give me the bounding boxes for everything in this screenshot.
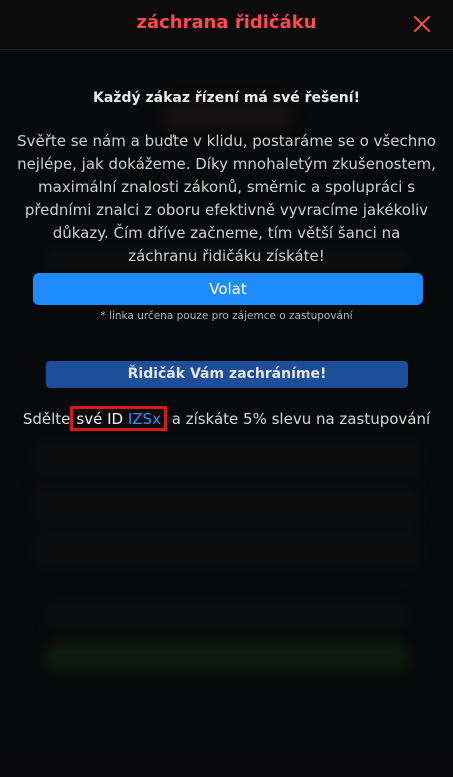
promo-id-code: IZSx: [127, 410, 161, 428]
overlay-dim: [0, 0, 453, 777]
promo-text: Sdělte své ID IZSx a získáte 5% slevu na …: [0, 406, 453, 431]
background-app: [0, 0, 453, 777]
promo-id-text: své ID: [76, 410, 124, 428]
promo-prefix: Sdělte: [22, 410, 71, 428]
modal-headline: Každý zákaz řízení má své řešení!: [93, 90, 360, 106]
page-title: záchrana řidičáku: [136, 12, 317, 33]
save-license-banner: Řidičák Vám zachráníme!: [46, 361, 408, 388]
id-highlight: své ID IZSx: [70, 406, 167, 431]
call-button[interactable]: Volat: [33, 273, 423, 305]
modal-body-text: Svěřte se nám a buďte v klidu, postaráme…: [17, 132, 436, 265]
promo-suffix: a získáte 5% slevu na zastupování: [171, 410, 431, 428]
close-icon[interactable]: [413, 15, 431, 33]
modal-header: záchrana řidičáku: [0, 0, 453, 50]
call-note: * linka určena pouze pro zájemce o zastu…: [100, 310, 353, 322]
